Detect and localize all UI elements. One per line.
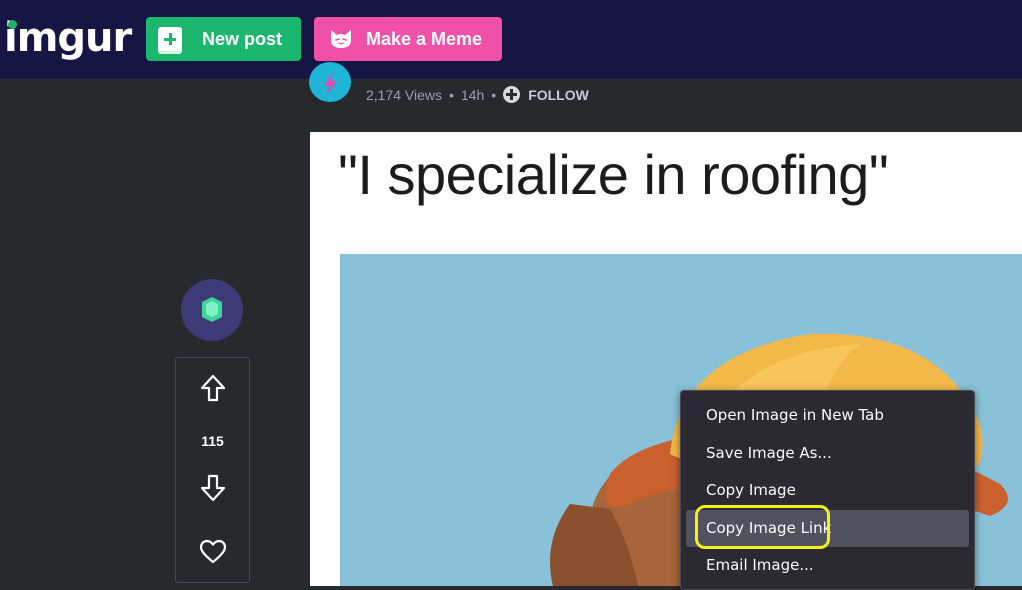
post-age: 14h — [460, 86, 485, 103]
cat-face-icon — [331, 30, 351, 48]
menu-item-save-image-as[interactable]: Save Image As... — [686, 435, 969, 473]
make-meme-button[interactable]: Make a Meme — [314, 17, 502, 61]
menu-item-email-image[interactable]: Email Image... — [686, 547, 969, 585]
lightning-icon — [324, 72, 337, 96]
new-post-label: New post — [202, 28, 283, 49]
view-count: 2,174 Views — [366, 86, 443, 103]
imgur-logo[interactable]: imgur — [4, 14, 132, 62]
menu-item-open-image-new-tab[interactable]: Open Image in New Tab — [686, 397, 969, 435]
poster-avatar[interactable] — [309, 62, 351, 102]
heart-icon[interactable] — [199, 539, 227, 565]
plus-square-icon — [158, 27, 182, 51]
vote-panel: 115 — [175, 357, 250, 583]
new-post-button[interactable]: New post — [146, 17, 301, 61]
context-menu: Open Image in New Tab Save Image As... C… — [680, 390, 975, 590]
emerald-icon — [202, 297, 222, 322]
top-navigation-bar: imgur New post Make a Meme — [0, 0, 1022, 79]
image-caption: "I specialize in roofing" — [338, 143, 889, 206]
post-meta: 2,174 Views • 14h • FOLLOW — [366, 86, 589, 103]
logo-dot-icon — [8, 20, 17, 29]
emerald-badge[interactable] — [181, 279, 243, 341]
menu-item-copy-image-link[interactable]: Copy Image Link — [686, 509, 969, 547]
plus-circle-icon[interactable] — [503, 86, 521, 103]
menu-item-copy-image[interactable]: Copy Image — [686, 472, 969, 510]
arrow-down-icon[interactable] — [200, 474, 226, 502]
make-meme-label: Make a Meme — [366, 28, 483, 49]
meta-separator: • — [449, 86, 454, 103]
meta-separator: • — [491, 86, 497, 103]
follow-button[interactable]: FOLLOW — [528, 87, 589, 103]
vote-count: 115 — [201, 433, 224, 449]
arrow-up-icon[interactable] — [200, 374, 226, 402]
